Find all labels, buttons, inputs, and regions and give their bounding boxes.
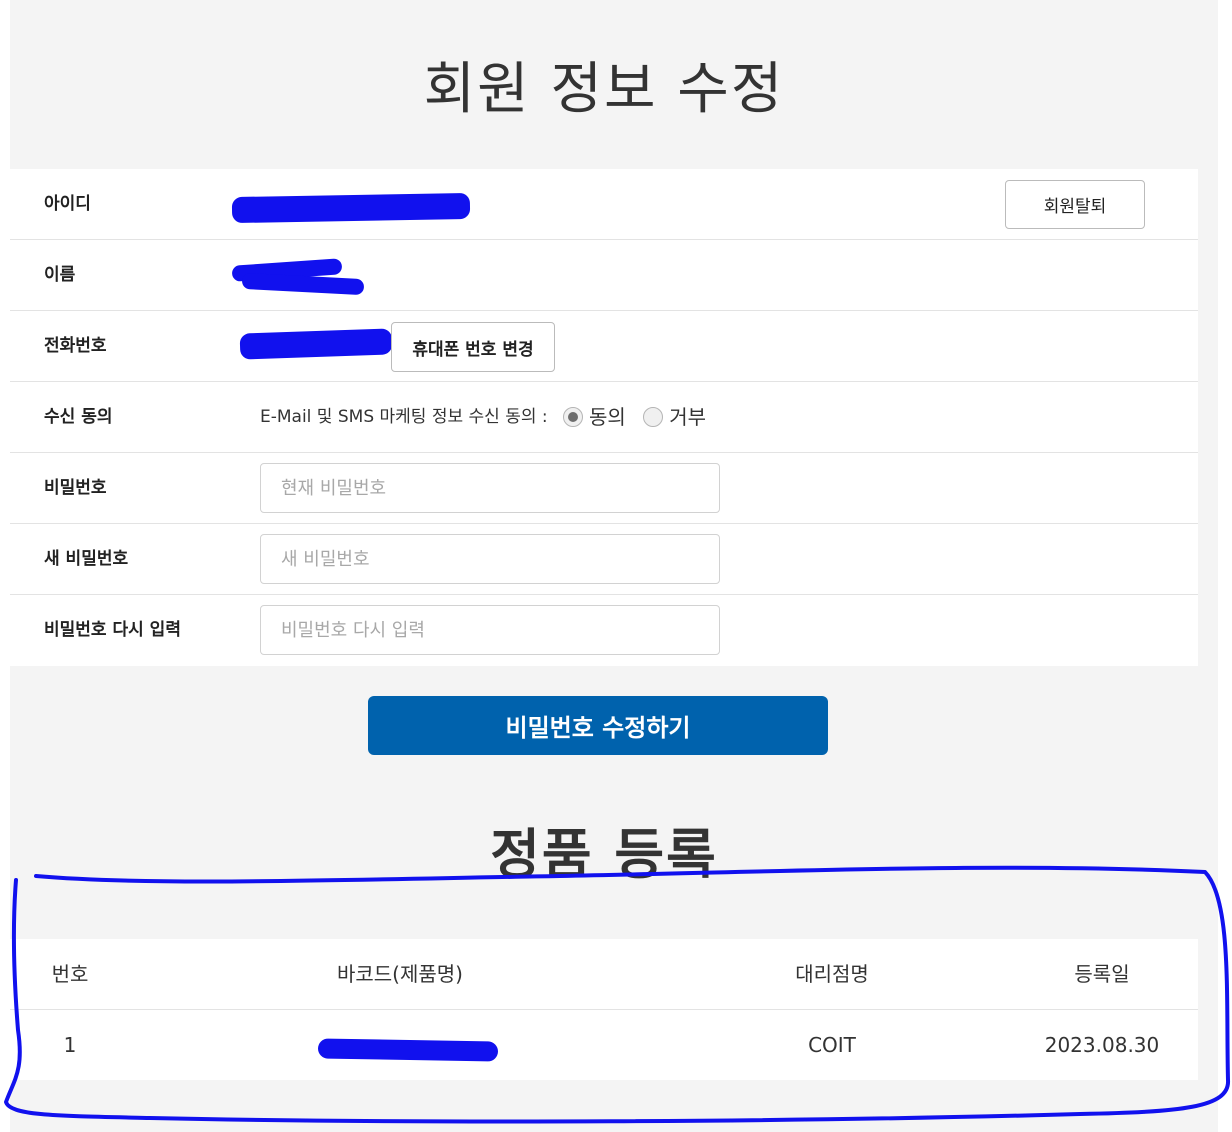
consent-refuse-radio[interactable] — [643, 407, 664, 427]
confirm-password-row: 비밀번호 다시 입력 — [10, 595, 1198, 666]
col-agency: 대리점명 — [795, 962, 869, 986]
id-redaction — [231, 192, 471, 224]
consent-text: E-Mail 및 SMS 마케팅 정보 수신 동의 : — [260, 407, 548, 427]
consent-agree-label[interactable]: 동의 — [589, 405, 626, 429]
consent-refuse-label[interactable]: 거부 — [669, 405, 706, 429]
consent-agree-radio[interactable] — [563, 407, 584, 427]
password-label: 비밀번호 — [44, 478, 107, 498]
consent-row: 수신 동의 E-Mail 및 SMS 마케팅 정보 수신 동의 : 동의 거부 — [10, 382, 1198, 453]
name-redaction-2 — [241, 272, 365, 296]
name-row: 이름 — [10, 240, 1198, 311]
col-barcode: 바코드(제품명) — [336, 962, 463, 986]
name-label: 이름 — [44, 265, 76, 285]
row-date: 2023.08.30 — [1044, 1033, 1160, 1057]
registration-table: 번호 바코드(제품명) 대리점명 등록일 1 COIT 2023.08.30 — [10, 939, 1198, 1080]
page-title: 회원 정보 수정 — [423, 57, 785, 122]
withdraw-button[interactable]: 회원탈퇴 — [1005, 180, 1145, 229]
phone-label: 전화번호 — [44, 336, 107, 356]
confirm-password-input[interactable] — [260, 605, 720, 655]
update-password-button[interactable]: 비밀번호 수정하기 — [368, 696, 828, 755]
new-password-label: 새 비밀번호 — [44, 549, 129, 569]
new-password-input[interactable] — [260, 534, 720, 584]
phone-row: 전화번호 휴대폰 번호 변경 — [10, 311, 1198, 382]
barcode-redaction — [317, 1038, 499, 1062]
consent-label: 수신 동의 — [44, 407, 113, 427]
consent-control: E-Mail 및 SMS 마케팅 정보 수신 동의 : 동의 거부 — [260, 382, 718, 452]
current-password-input[interactable] — [260, 463, 720, 513]
id-label: 아이디 — [44, 194, 91, 214]
row-number: 1 — [63, 1033, 77, 1057]
new-password-row: 새 비밀번호 — [10, 524, 1198, 595]
password-row: 비밀번호 — [10, 453, 1198, 524]
col-number: 번호 — [51, 962, 89, 986]
member-info-panel: 아이디 회원탈퇴 이름 전화번호 휴대폰 번호 변경 수신 동의 E-Mail … — [10, 169, 1198, 666]
table-row: 1 COIT 2023.08.30 — [10, 1010, 1198, 1080]
row-agency: COIT — [808, 1033, 856, 1057]
registration-table-header: 번호 바코드(제품명) 대리점명 등록일 — [10, 939, 1198, 1010]
change-phone-button[interactable]: 휴대폰 번호 변경 — [391, 322, 555, 372]
confirm-password-label: 비밀번호 다시 입력 — [44, 620, 181, 640]
phone-redaction — [239, 328, 393, 360]
id-row: 아이디 회원탈퇴 — [10, 169, 1198, 240]
registration-title: 정품 등록 — [490, 823, 718, 886]
col-date: 등록일 — [1074, 962, 1130, 986]
